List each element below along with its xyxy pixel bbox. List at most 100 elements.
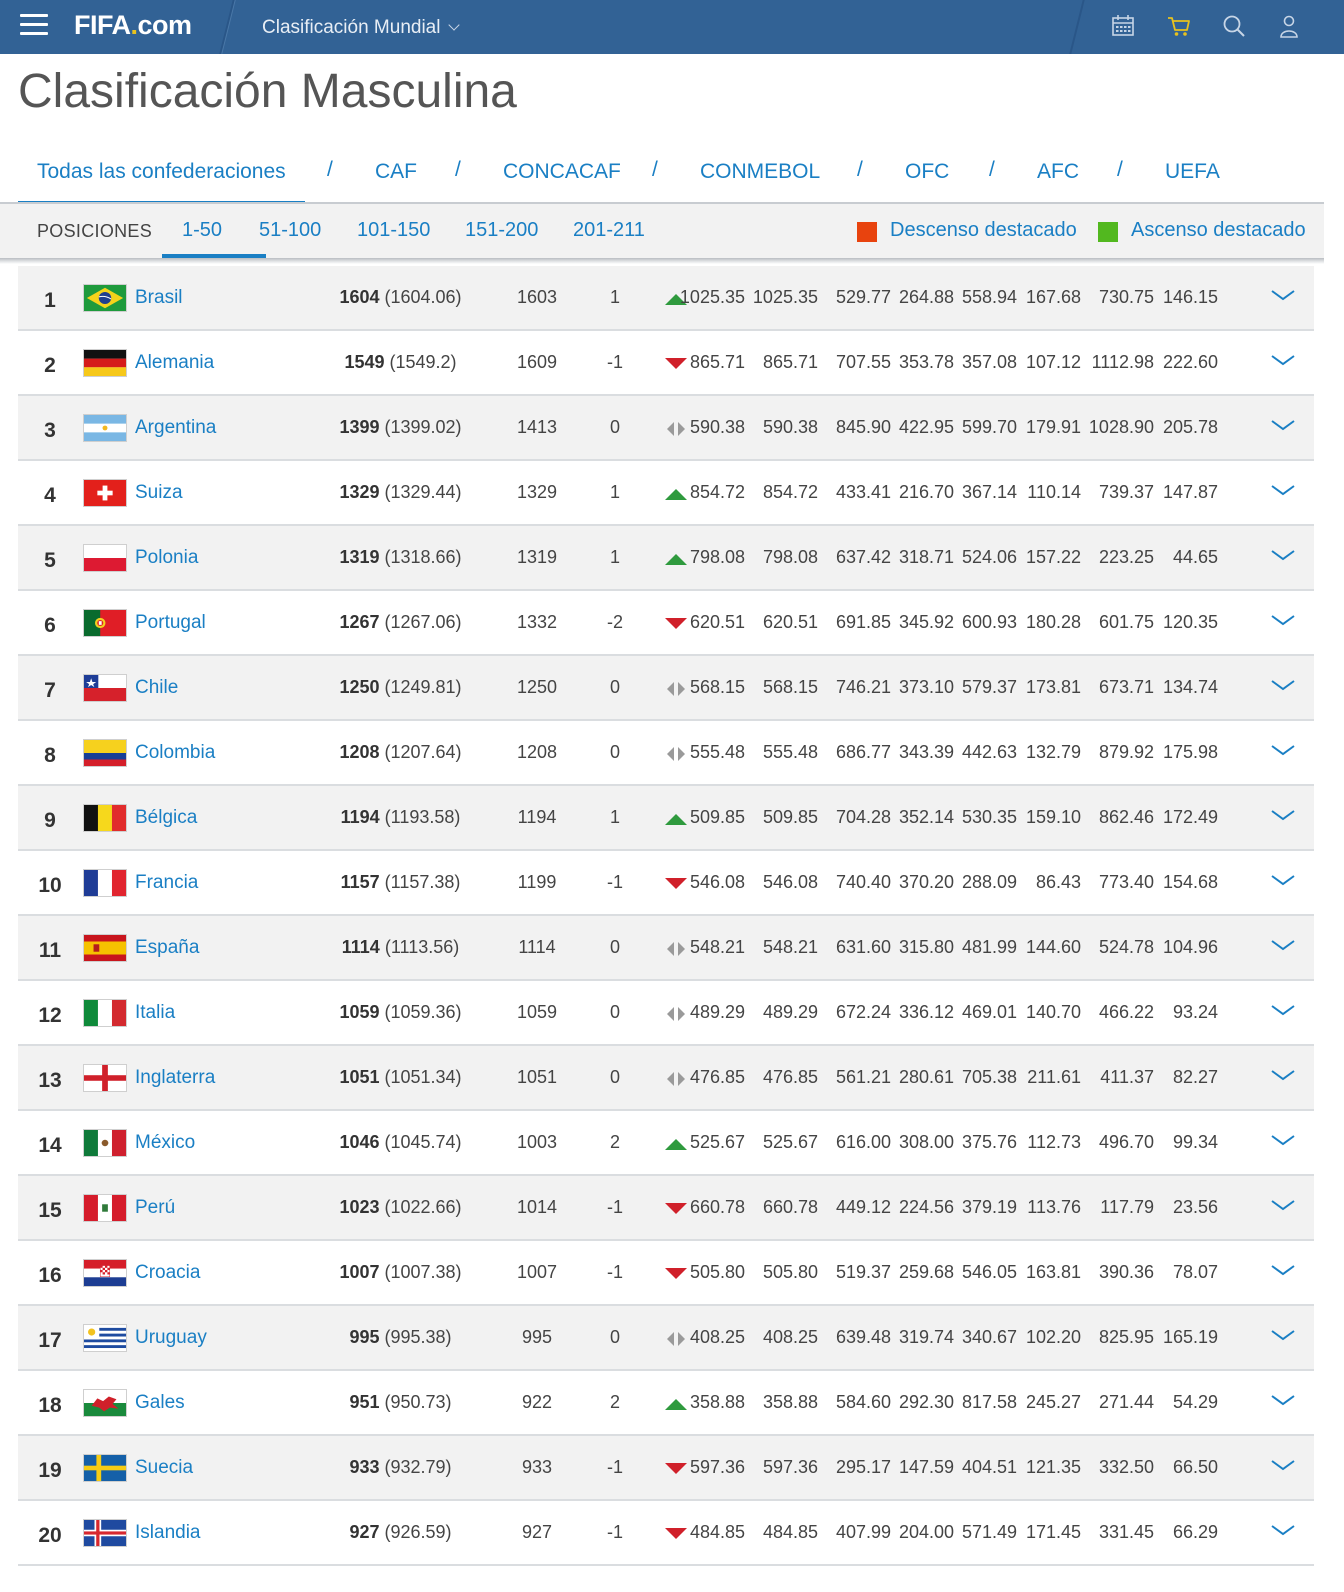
- table-row[interactable]: 8 Colombia 1208 (1207.64) 1208 0 555.48 555.48…: [18, 721, 1314, 786]
- country-name-link[interactable]: Colombia: [135, 721, 215, 784]
- table-row[interactable]: 2 Alemania 1549 (1549.2) 1609 -1 865.71 865.71…: [18, 331, 1314, 396]
- table-row[interactable]: 4 Suiza 1329 (1329.44) 1329 1 854.72 854.72 433…: [18, 461, 1314, 526]
- chevron-down-icon[interactable]: [1270, 1328, 1296, 1342]
- rank: 4: [44, 484, 56, 507]
- country-name-link[interactable]: Portugal: [135, 591, 206, 654]
- country-name-link[interactable]: Alemania: [135, 331, 214, 394]
- user-account-icon[interactable]: [1276, 13, 1302, 39]
- table-row[interactable]: 10 Francia 1157 (1157.38) 1199 -1 546.08 546.0…: [18, 851, 1314, 916]
- country-name-link[interactable]: Uruguay: [135, 1306, 207, 1369]
- points-column-value: 245.27: [1025, 1392, 1081, 1412]
- points-column-value: 132.79: [1025, 742, 1081, 762]
- range-tab-101-150[interactable]: 101-150: [357, 219, 430, 242]
- country-name-link[interactable]: Argentina: [135, 396, 216, 459]
- table-row[interactable]: 6 Portugal 1267 (1267.06) 1332 -2 620.51 620.5…: [18, 591, 1314, 656]
- points-column-value: 489.29: [689, 1002, 745, 1022]
- table-row[interactable]: 14 México 1046 (1045.74) 1003 2 525.67 525.67 6…: [18, 1111, 1314, 1176]
- country-name-link[interactable]: Bélgica: [135, 786, 197, 849]
- tab-afc[interactable]: AFC: [1037, 160, 1079, 184]
- country-name-link[interactable]: Inglaterra: [135, 1046, 215, 1109]
- table-row[interactable]: 9 Bélgica 1194 (1193.58) 1194 1 509.85 509.85 7…: [18, 786, 1314, 851]
- chevron-down-icon[interactable]: [1270, 808, 1296, 822]
- section-dropdown[interactable]: Clasificación Mundial: [262, 17, 461, 39]
- hamburger-menu-icon[interactable]: [20, 14, 48, 36]
- chevron-down-icon[interactable]: [1270, 548, 1296, 562]
- points-column-value: 102.20: [1025, 1327, 1081, 1347]
- country-name-link[interactable]: Chile: [135, 656, 178, 719]
- table-row[interactable]: 3 Argentina 1399 (1399.02) 1413 0 590.38 590.3…: [18, 396, 1314, 461]
- table-row[interactable]: 7 Chile 1250 (1249.81) 1250 0 568.15 568.15 746…: [18, 656, 1314, 721]
- tab-caf[interactable]: CAF: [375, 160, 417, 184]
- table-row[interactable]: 1 Brasil 1604 (1604.06) 1603 1 1025.35 1025.35…: [18, 266, 1314, 331]
- table-row[interactable]: 13 Inglaterra 1051 (1051.34) 1051 0 476.85 476…: [18, 1046, 1314, 1111]
- chevron-down-icon[interactable]: [1270, 418, 1296, 432]
- tab-all-confederations[interactable]: Todas las confederaciones: [37, 160, 286, 184]
- range-tab-51-100[interactable]: 51-100: [259, 219, 321, 242]
- calendar-icon[interactable]: [1110, 13, 1136, 39]
- country-name-link[interactable]: Polonia: [135, 526, 198, 589]
- chevron-down-icon[interactable]: [1270, 678, 1296, 692]
- chevron-down-icon[interactable]: [1270, 483, 1296, 497]
- table-row[interactable]: 17 Uruguay 995 (995.38) 995 0 408.25 408.25 639…: [18, 1306, 1314, 1371]
- points-column-value: 496.70: [1098, 1132, 1154, 1152]
- chevron-down-icon[interactable]: [1270, 353, 1296, 367]
- points-column-value: 216.70: [898, 482, 954, 502]
- tab-conmebol[interactable]: CONMEBOL: [700, 160, 820, 184]
- fifa-logo[interactable]: FIFA.com: [74, 10, 192, 41]
- chevron-down-icon[interactable]: [1270, 938, 1296, 952]
- points-column-value: 558.94: [961, 287, 1017, 307]
- chevron-down-icon[interactable]: [1270, 743, 1296, 757]
- chevron-down-icon[interactable]: [1270, 1133, 1296, 1147]
- chevron-down-icon[interactable]: [1270, 1198, 1296, 1212]
- chevron-down-icon[interactable]: [1270, 1458, 1296, 1472]
- table-row[interactable]: 12 Italia 1059 (1059.36) 1059 0 489.29 489.29 6…: [18, 981, 1314, 1046]
- points-column-value: 746.21: [835, 677, 891, 697]
- total-points: 1046 (1045.74): [318, 1111, 483, 1174]
- table-row[interactable]: 20 Islandia 927 (926.59) 927 -1 484.85 484.85 4…: [18, 1501, 1314, 1566]
- chevron-down-icon[interactable]: [1270, 1003, 1296, 1017]
- country-name-link[interactable]: México: [135, 1111, 195, 1174]
- chevron-down-icon[interactable]: [1270, 1068, 1296, 1082]
- table-row[interactable]: 18 Gales 951 (950.73) 922 2 358.88 358.88 584.6…: [18, 1371, 1314, 1436]
- shopping-cart-icon[interactable]: [1166, 13, 1192, 39]
- tab-ofc[interactable]: OFC: [905, 160, 949, 184]
- points-column-value: 599.70: [961, 417, 1017, 437]
- country-name-link[interactable]: Croacia: [135, 1241, 200, 1304]
- points-rounded: 1157: [340, 872, 380, 892]
- points-column-value: 584.60: [835, 1392, 891, 1412]
- country-flag-icon: [83, 1324, 127, 1352]
- range-tab-201-211[interactable]: 201-211: [573, 219, 645, 242]
- table-row[interactable]: 19 Suecia 933 (932.79) 933 -1 597.36 597.36 295…: [18, 1436, 1314, 1501]
- country-name-link[interactable]: Francia: [135, 851, 198, 914]
- chevron-down-icon[interactable]: [1270, 288, 1296, 302]
- points-column-value: 854.72: [689, 482, 745, 502]
- chevron-down-icon[interactable]: [1270, 613, 1296, 627]
- tab-uefa[interactable]: UEFA: [1165, 160, 1220, 184]
- table-row[interactable]: 11 España 1114 (1113.56) 1114 0 548.21 548.21 6…: [18, 916, 1314, 981]
- country-name-link[interactable]: Islandia: [135, 1501, 201, 1564]
- points-column-value: 509.85: [762, 807, 818, 827]
- table-row[interactable]: 15 Perú 1023 (1022.66) 1014 -1 660.78 660.78 44…: [18, 1176, 1314, 1241]
- table-row[interactable]: 5 Polonia 1319 (1318.66) 1319 1 798.08 798.08 6…: [18, 526, 1314, 591]
- rank: 19: [38, 1459, 62, 1482]
- points-column-value: 44.65: [1172, 547, 1218, 567]
- country-name-link[interactable]: Suiza: [135, 461, 183, 524]
- country-name-link[interactable]: Suecia: [135, 1436, 193, 1499]
- chevron-down-icon[interactable]: [1270, 1393, 1296, 1407]
- country-name-link[interactable]: Perú: [135, 1176, 175, 1239]
- country-name-link[interactable]: España: [135, 916, 199, 979]
- chevron-down-icon[interactable]: [1270, 1263, 1296, 1277]
- country-name-link[interactable]: Italia: [135, 981, 175, 1044]
- table-row[interactable]: 16 Croacia 1007 (1007.38) 1007 -1 505.80 505.8…: [18, 1241, 1314, 1306]
- tab-concacaf[interactable]: CONCACAF: [503, 160, 621, 184]
- range-tab-1-50[interactable]: 1-50: [182, 219, 222, 242]
- range-tab-151-200[interactable]: 151-200: [465, 219, 538, 242]
- search-icon[interactable]: [1221, 13, 1247, 39]
- points-column-value: 144.60: [1025, 937, 1081, 957]
- country-name-link[interactable]: Brasil: [135, 266, 183, 329]
- country-name-link[interactable]: Gales: [135, 1371, 185, 1434]
- points-rounded: 1604: [339, 287, 380, 307]
- chevron-down-icon[interactable]: [1270, 1523, 1296, 1537]
- points-column-value: 204.00: [898, 1522, 954, 1542]
- chevron-down-icon[interactable]: [1270, 873, 1296, 887]
